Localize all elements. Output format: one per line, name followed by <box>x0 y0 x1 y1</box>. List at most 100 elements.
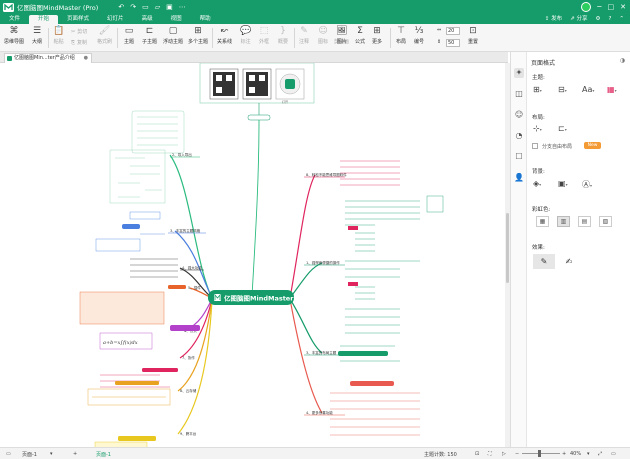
boundary-button[interactable]: ⬚ 外框 <box>259 26 269 45</box>
summary-icon: } <box>280 26 286 36</box>
open-file-icon[interactable]: ▱ <box>155 3 160 11</box>
window-title: 亿图脑图MindMaster (Pro) <box>17 4 99 12</box>
background-image-picker[interactable]: ▣▾ <box>558 179 568 188</box>
zoom-dropdown-icon[interactable]: ▾ <box>587 451 590 457</box>
right-details-4 <box>330 381 420 436</box>
presentation-icon[interactable]: ▷ <box>502 451 506 457</box>
paste-button[interactable]: 📋 粘贴 <box>53 26 64 45</box>
summary-label: 概要 <box>278 39 289 45</box>
reset-button[interactable]: ⊡ 重置 <box>468 26 478 45</box>
cut-button[interactable]: ✂ 剪切 <box>71 28 87 36</box>
outline-view-button[interactable]: ☰ 大纲 <box>32 26 42 45</box>
pin-icon[interactable]: ◑ <box>620 57 625 64</box>
people-panel-icon[interactable]: 👤 <box>514 173 524 183</box>
zoom-slider[interactable] <box>522 453 560 454</box>
more-insert-button[interactable]: ⊞ 更多 <box>372 26 382 45</box>
new-file-icon[interactable]: ▭ <box>142 3 149 11</box>
formula-button[interactable]: Σ 公式 <box>355 26 365 45</box>
menu-page-style[interactable]: 页面样式 <box>58 15 98 24</box>
effect-hand-drawn-option[interactable]: ✍ <box>558 254 580 269</box>
note-button[interactable]: ✎ 注释 <box>299 26 309 45</box>
menu-slides[interactable]: 幻灯片 <box>98 15 133 24</box>
fit-page-icon[interactable]: ⊡ <box>475 451 479 457</box>
page-dropdown-icon[interactable]: ▾ <box>50 451 53 457</box>
share-button[interactable]: ⇗ 分享 <box>570 15 587 24</box>
zoom-slider-knob[interactable] <box>538 450 541 457</box>
publish-button[interactable]: ⇪ 发布 <box>545 15 562 24</box>
theme-panel-icon[interactable]: ◔ <box>514 131 524 141</box>
picture-button[interactable]: 🖼 图片 <box>336 26 347 45</box>
rainbow-option-2[interactable]: ▥ <box>557 216 570 227</box>
scrollbar-thumb[interactable] <box>506 213 509 283</box>
menu-home[interactable]: 开始 <box>29 15 59 24</box>
menu-help[interactable]: 帮助 <box>191 15 220 24</box>
relationship-button[interactable]: ↜ 关系线 <box>217 26 232 45</box>
layout-picker[interactable]: ⊹▾ <box>533 124 542 133</box>
fullscreen-icon[interactable]: ⛶ <box>488 451 492 457</box>
mindmap-view-button[interactable]: ⌘ 思维导图 <box>4 26 24 45</box>
tab-document[interactable]: 亿图脑图Min...ter产品介绍 ● <box>4 53 92 63</box>
undo-icon[interactable]: ↶ <box>118 3 124 11</box>
floating-topic-button[interactable]: ▢ 浮动主题 <box>163 26 183 45</box>
redo-icon[interactable]: ↷ <box>130 3 136 11</box>
color-scheme-picker[interactable]: ▦▾ <box>607 85 617 94</box>
rainbow-option-3[interactable]: ▤ <box>578 216 591 227</box>
topic-format-icon[interactable]: ◫ <box>514 89 524 99</box>
branch-right-2: 1、强悍而便捷的操作 <box>306 260 340 265</box>
spacing-v-input[interactable]: 50 <box>446 39 460 47</box>
watermark-picker[interactable]: Ⓐ▾ <box>582 179 592 190</box>
save-icon[interactable]: ▣ <box>166 3 173 11</box>
page-panel-icon[interactable]: ▭ <box>6 451 11 457</box>
branch-cloud: 8、云存储 <box>180 388 197 393</box>
close-icon[interactable]: ✕ <box>620 3 626 11</box>
menu-advanced[interactable]: 高级 <box>133 15 162 24</box>
theme-color-picker[interactable]: ⊟▾ <box>558 85 567 94</box>
fill-picker[interactable]: ◈▾ <box>533 179 541 188</box>
zoom-out-button[interactable]: − <box>515 451 519 457</box>
formula-label: 公式 <box>355 39 366 45</box>
fit-window-icon[interactable]: ⤢ <box>598 451 602 457</box>
effect-pen-option[interactable]: ✎ <box>533 254 555 269</box>
minimize-icon[interactable]: ─ <box>597 3 601 11</box>
status-bar: ▭ 页面-1 ▾ + 页面-1 主题计数: 150 ⊡ ⛶ ▷ − + 40% … <box>0 447 630 459</box>
theme-picker[interactable]: ⊞▾ <box>533 85 542 94</box>
panel-toggle-icon[interactable]: ▭ <box>611 451 616 457</box>
mindmap-canvas[interactable]: 打开 亿图脑图MindMaster 2、导入导出 3、丰富的主题风格 4、强大功… <box>0 63 505 447</box>
zoom-in-button[interactable]: + <box>562 451 566 457</box>
ribbon-divider <box>294 28 295 48</box>
font-picker[interactable]: Aa▾ <box>582 85 594 94</box>
avatar[interactable] <box>581 2 592 12</box>
ribbon-divider <box>48 28 49 48</box>
collapse-ribbon-icon[interactable]: ⌃ <box>619 15 624 24</box>
topic-button[interactable]: ▭ 主题 <box>124 26 134 45</box>
multiple-topics-button[interactable]: ⊞ 多个主题 <box>188 26 208 45</box>
more-icon[interactable]: ⋯ <box>179 3 186 11</box>
copy-button[interactable]: ⎘ 复制 <box>71 39 87 47</box>
format-painter-button[interactable]: 🖌 格式刷 <box>97 26 112 45</box>
icon-button[interactable]: ☺ 图标 <box>318 26 328 45</box>
settings-icon[interactable]: ⚙ <box>596 15 601 24</box>
more-insert-label: 更多 <box>372 39 383 45</box>
layout-button[interactable]: ⊤ 布局 <box>396 26 406 45</box>
rainbow-option-1[interactable]: ▦ <box>536 216 549 227</box>
rainbow-option-4[interactable]: ▧ <box>599 216 612 227</box>
spacing-h-input[interactable]: 20 <box>446 27 460 35</box>
subtopic-button[interactable]: ⊏ 子主题 <box>142 26 157 45</box>
task-panel-icon[interactable]: ☐ <box>514 152 524 162</box>
menu-file[interactable]: 文件 <box>0 15 29 24</box>
connector-picker[interactable]: ⊏▾ <box>558 124 567 133</box>
page-tab-active[interactable]: 页面-1 <box>96 451 111 458</box>
tab-close-icon[interactable]: ● <box>84 54 88 63</box>
page-format-icon[interactable]: ✦ <box>514 68 524 78</box>
topic-label: 主题 <box>124 39 135 45</box>
page-selector[interactable]: 页面-1 <box>22 451 37 458</box>
clipart-panel-icon[interactable]: ☺ <box>514 110 524 120</box>
maximize-icon[interactable]: □ <box>608 3 615 11</box>
menu-view[interactable]: 视图 <box>162 15 191 24</box>
free-layout-checkbox[interactable] <box>532 143 538 149</box>
help-icon[interactable]: ? <box>608 15 611 24</box>
add-page-button[interactable]: + <box>73 451 77 457</box>
numbering-button[interactable]: ⅓ 编号 <box>414 26 424 45</box>
summary-button[interactable]: } 概要 <box>278 26 288 45</box>
callout-button[interactable]: 💬 标注 <box>240 26 251 45</box>
